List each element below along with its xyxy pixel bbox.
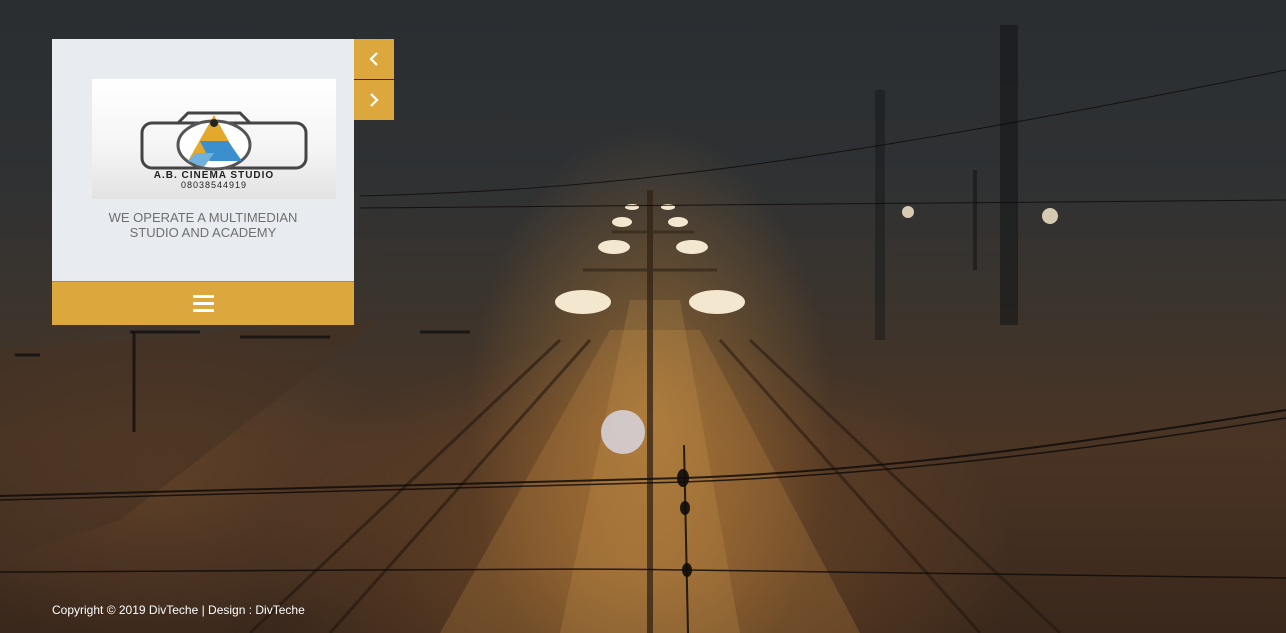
tagline-line-1: WE OPERATE A MULTIMEDIAN (108, 210, 298, 225)
footer-copyright: Copyright © 2019 DivTeche | Design : Div… (52, 603, 305, 617)
tagline-line-2: STUDIO AND ACADEMY (129, 225, 277, 240)
prev-slide-button[interactable] (354, 39, 394, 79)
studio-logo[interactable]: A.B. CINEMA STUDIO 08038544919 (92, 79, 336, 199)
tagline: WE OPERATE A MULTIMEDIAN STUDIO AND ACAD… (52, 210, 354, 240)
chevron-left-icon (369, 52, 378, 66)
studio-phone: 08038544919 (180, 180, 248, 190)
header-panel: A.B. CINEMA STUDIO 08038544919 WE OPERAT… (52, 39, 354, 281)
hamburger-icon (192, 295, 214, 312)
next-slide-button[interactable] (354, 80, 394, 120)
chevron-right-icon (370, 93, 379, 107)
menu-toggle-button[interactable] (52, 281, 354, 325)
